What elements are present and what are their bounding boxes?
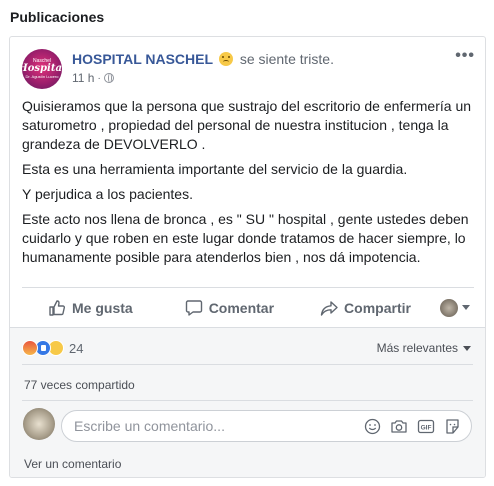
comment-tools: GIF [364, 418, 461, 435]
caret-down-icon [463, 345, 471, 351]
avatar-text-main: Hospital [22, 63, 62, 74]
avatar-text-bottom: Dr. Agustín Lucero [25, 74, 59, 79]
share-button[interactable]: Compartir [320, 299, 411, 317]
viewer-avatar [440, 298, 458, 317]
like-button[interactable]: Me gusta [48, 299, 133, 317]
reaction-count: 24 [69, 340, 84, 356]
share-label: Compartir [344, 299, 411, 316]
reactions-summary[interactable]: 24 [22, 340, 83, 356]
action-bar: Me gusta Comentar Compartir [22, 287, 474, 327]
post-paragraph: Y perjudica a los pacientes. [22, 186, 193, 202]
divider [22, 364, 473, 365]
globe-icon[interactable] [103, 73, 114, 83]
like-label: Me gusta [72, 299, 133, 316]
comment-input[interactable] [74, 418, 364, 434]
svg-text:GIF: GIF [421, 424, 432, 431]
post-card: Naschel Hospital Dr. Agustín Lucero HOSP… [9, 36, 486, 478]
page-avatar[interactable]: Naschel Hospital Dr. Agustín Lucero [22, 49, 62, 89]
sort-dropdown[interactable]: Más relevantes [377, 341, 471, 355]
sticker-icon[interactable] [444, 418, 461, 435]
share-icon [320, 300, 338, 316]
post-paragraph: Este acto nos llena de bronca , es " SU … [22, 211, 469, 265]
camera-icon[interactable] [390, 418, 408, 435]
sad-emoji-icon [218, 52, 233, 66]
like-icon [49, 299, 66, 316]
angry-reaction-icon [22, 340, 38, 356]
gif-icon[interactable]: GIF [417, 418, 435, 435]
post-paragraph: Esta es una herramienta importante del s… [22, 161, 408, 177]
author-link[interactable]: HOSPITAL NASCHEL [72, 51, 213, 67]
post-body: Quisieramos que la persona que sustrajo … [22, 97, 480, 273]
feeling-text: se siente triste. [239, 51, 334, 67]
viewer-selector[interactable] [440, 298, 470, 317]
emoji-icon[interactable] [364, 418, 381, 435]
share-count-link[interactable]: 77 veces compartido [24, 378, 135, 392]
view-comment-link[interactable]: Ver un comentario [24, 457, 121, 471]
post-header: HOSPITAL NASCHEL se siente triste. [72, 51, 334, 67]
more-icon[interactable]: ••• [455, 47, 475, 65]
post-footer: 24 Más relevantes 77 veces compartido Es… [10, 327, 485, 477]
post-meta: 11 h · [72, 71, 114, 85]
divider [22, 400, 473, 401]
sort-label: Más relevantes [376, 341, 458, 355]
comment-icon [185, 299, 202, 316]
post-timestamp[interactable]: 11 h [72, 71, 94, 85]
caret-down-icon [462, 305, 470, 310]
comment-box[interactable]: GIF [61, 410, 472, 442]
commenter-avatar [23, 408, 55, 440]
post-paragraph: Quisieramos que la persona que sustrajo … [22, 98, 472, 152]
comment-button[interactable]: Comentar [185, 299, 274, 317]
meta-separator: · [97, 72, 101, 84]
comment-label: Comentar [208, 299, 275, 316]
section-title: Publicaciones [10, 9, 105, 25]
